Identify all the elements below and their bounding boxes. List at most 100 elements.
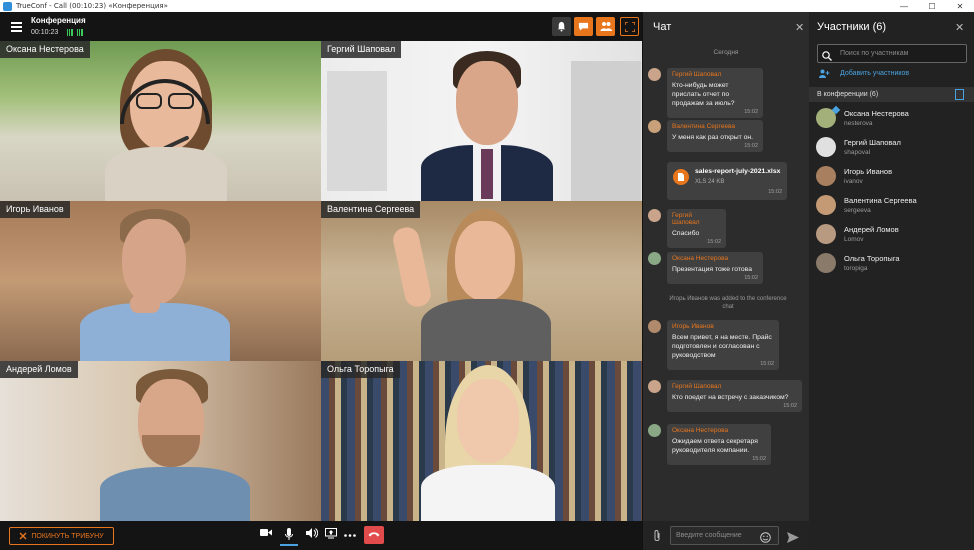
message-time: 15:02 [752, 456, 766, 462]
message-author: Гергий Шаповал [672, 383, 722, 390]
chat-icon[interactable] [574, 17, 593, 36]
message-bubble: Гергий Шаповал Кто поедет на встречу с з… [667, 380, 802, 412]
message-text: Всем привет, я на месте. Прайс подготовл… [672, 334, 772, 359]
screen-share-icon[interactable] [324, 528, 338, 542]
participant-name: Андерей Ломов [844, 225, 899, 234]
search-icon [822, 48, 832, 66]
message-author: Оксана Нестерова [672, 427, 729, 434]
message-text: Кто-нибудь может прислать отчет по прода… [672, 82, 735, 107]
conference-title: Конференция [31, 16, 86, 25]
participants-icon[interactable] [596, 17, 615, 36]
participant-name-label: Игорь Иванов [0, 201, 70, 218]
participant-name: Гергий Шаповал [844, 138, 901, 147]
section-toggle-icon[interactable] [955, 89, 964, 100]
close-icon[interactable]: ✕ [795, 21, 804, 34]
participants-title: Участники (6) [817, 21, 887, 33]
hangup-button[interactable] [364, 526, 384, 544]
participant-figure [90, 369, 260, 521]
message-author: Валентина Сергеева [672, 123, 735, 130]
message-time: 15:02 [744, 275, 758, 281]
video-tile-ivanov[interactable]: Игорь Иванов [0, 201, 321, 361]
video-tile-sergeeva[interactable]: Валентина Сергеева [321, 201, 642, 361]
message-bubble: Игорь Иванов Всем привет, я на месте. Пр… [667, 320, 779, 370]
avatar [816, 166, 836, 186]
avatar [648, 209, 661, 222]
message-time: 15:02 [707, 239, 721, 245]
message-author: Игорь Иванов [672, 323, 714, 330]
camera-icon[interactable] [259, 528, 273, 542]
video-tile-toropiga[interactable]: Ольга Торопыга [321, 361, 642, 521]
message-text: Презентация тоже готова [672, 266, 752, 273]
fullscreen-icon[interactable] [620, 17, 639, 36]
message-composer: Введите сообщение [643, 521, 809, 550]
file-attachment[interactable]: sales-report-july-2021.xlsx XLS 24 KB 15… [667, 162, 787, 200]
file-icon [673, 169, 689, 185]
message-bubble: Валентина Сергеева У меня как раз открыт… [667, 120, 763, 152]
message-author: Гергий Шаповал [672, 71, 722, 78]
participant-item[interactable]: Андерей Ломов Lomov [816, 222, 966, 248]
participant-figure [70, 207, 240, 361]
conference-timer: 00:10:23 [31, 29, 59, 36]
leave-podium-button[interactable]: ПОКИНУТЬ ТРИБУНУ [9, 527, 114, 545]
leave-podium-icon [19, 532, 27, 540]
participant-item[interactable]: Гергий Шаповал shapoval [816, 135, 966, 161]
participant-item[interactable]: Ольга Торопыга toropiga [816, 251, 966, 277]
in-conference-section[interactable]: В конференции (6) [809, 87, 974, 102]
file-name: sales-report-july-2021.xlsx [695, 168, 781, 175]
close-icon[interactable]: ✕ [955, 21, 964, 34]
participant-item[interactable]: Игорь Иванов ivanov [816, 164, 966, 190]
date-divider: Сегодня [713, 49, 739, 56]
participant-login: ivanov [844, 178, 863, 185]
participant-figure [381, 207, 581, 361]
participant-item[interactable]: Оксана Нестерова nesterova [816, 105, 966, 132]
audio-signal-icon [67, 29, 73, 36]
bell-icon[interactable] [552, 17, 571, 36]
message-text: У меня как раз открыт он. [672, 134, 754, 141]
participant-name-label: Оксана Нестерова [0, 41, 90, 58]
bottom-toolbar: ПОКИНУТЬ ТРИБУНУ [0, 521, 642, 550]
add-participants-button[interactable]: Добавить участников [819, 69, 909, 78]
attach-icon[interactable] [653, 529, 661, 547]
more-icon[interactable] [343, 528, 357, 542]
window-title: TrueConf - Call (00:10:23) «Конференция» [16, 2, 168, 10]
app-logo-icon [3, 1, 12, 11]
message-author: Гергий Шаповал [672, 212, 700, 226]
message-text: Ожидаем ответа секретаря руководителя ко… [672, 438, 758, 454]
participant-login: toropiga [844, 265, 868, 272]
video-tile-lomov[interactable]: Андерей Ломов [0, 361, 321, 521]
avatar [648, 380, 661, 393]
emoji-icon[interactable] [760, 530, 771, 548]
window-titlebar: TrueConf - Call (00:10:23) «Конференция»… [0, 0, 974, 12]
send-icon[interactable] [787, 530, 799, 548]
message-time: 15:02 [760, 361, 774, 367]
mic-level-bar [280, 544, 298, 546]
minimize-button[interactable]: — [890, 0, 918, 12]
participant-figure [401, 365, 571, 521]
background-shelf [571, 61, 641, 201]
participant-login: shapoval [844, 149, 871, 156]
participants-search-input[interactable]: Поиск по участникам [817, 44, 967, 63]
participant-login: nesterova [844, 120, 873, 127]
message-bubble: Гергий Шаповал Кто-нибудь может прислать… [667, 68, 763, 118]
participant-figure [411, 47, 561, 201]
message-bubble: Гергий Шаповал Спасибо 15:02 [667, 209, 726, 248]
video-grid: Оксана Нестерова Гергий Шаповал Игорь Ив… [0, 41, 642, 521]
window-close-button[interactable]: ✕ [946, 0, 974, 12]
speaker-icon[interactable] [305, 528, 319, 542]
video-tile-shapoval[interactable]: Гергий Шаповал [321, 41, 642, 201]
hamburger-icon[interactable] [11, 22, 22, 32]
avatar [816, 137, 836, 157]
video-tile-nesterova[interactable]: Оксана Нестерова [0, 41, 321, 201]
participant-name-label: Валентина Сергеева [321, 201, 421, 218]
participant-item[interactable]: Валентина Сергеева sergeeva [816, 193, 966, 219]
maximize-button[interactable]: ☐ [918, 0, 946, 12]
message-time: 15:02 [783, 403, 797, 409]
message-time: 15:02 [744, 143, 758, 149]
participant-name: Игорь Иванов [844, 167, 893, 176]
message-bubble: Оксана Нестерова Презентация тоже готова… [667, 252, 763, 284]
chat-panel: Чат ✕ Сегодня Гергий Шаповал Кто-нибудь … [642, 12, 809, 550]
microphone-icon[interactable] [280, 528, 298, 546]
message-bubble: Оксана Нестерова Ожидаем ответа секретар… [667, 424, 771, 465]
file-meta: XLS 24 KB [695, 179, 725, 185]
participant-name: Валентина Сергеева [844, 196, 917, 205]
